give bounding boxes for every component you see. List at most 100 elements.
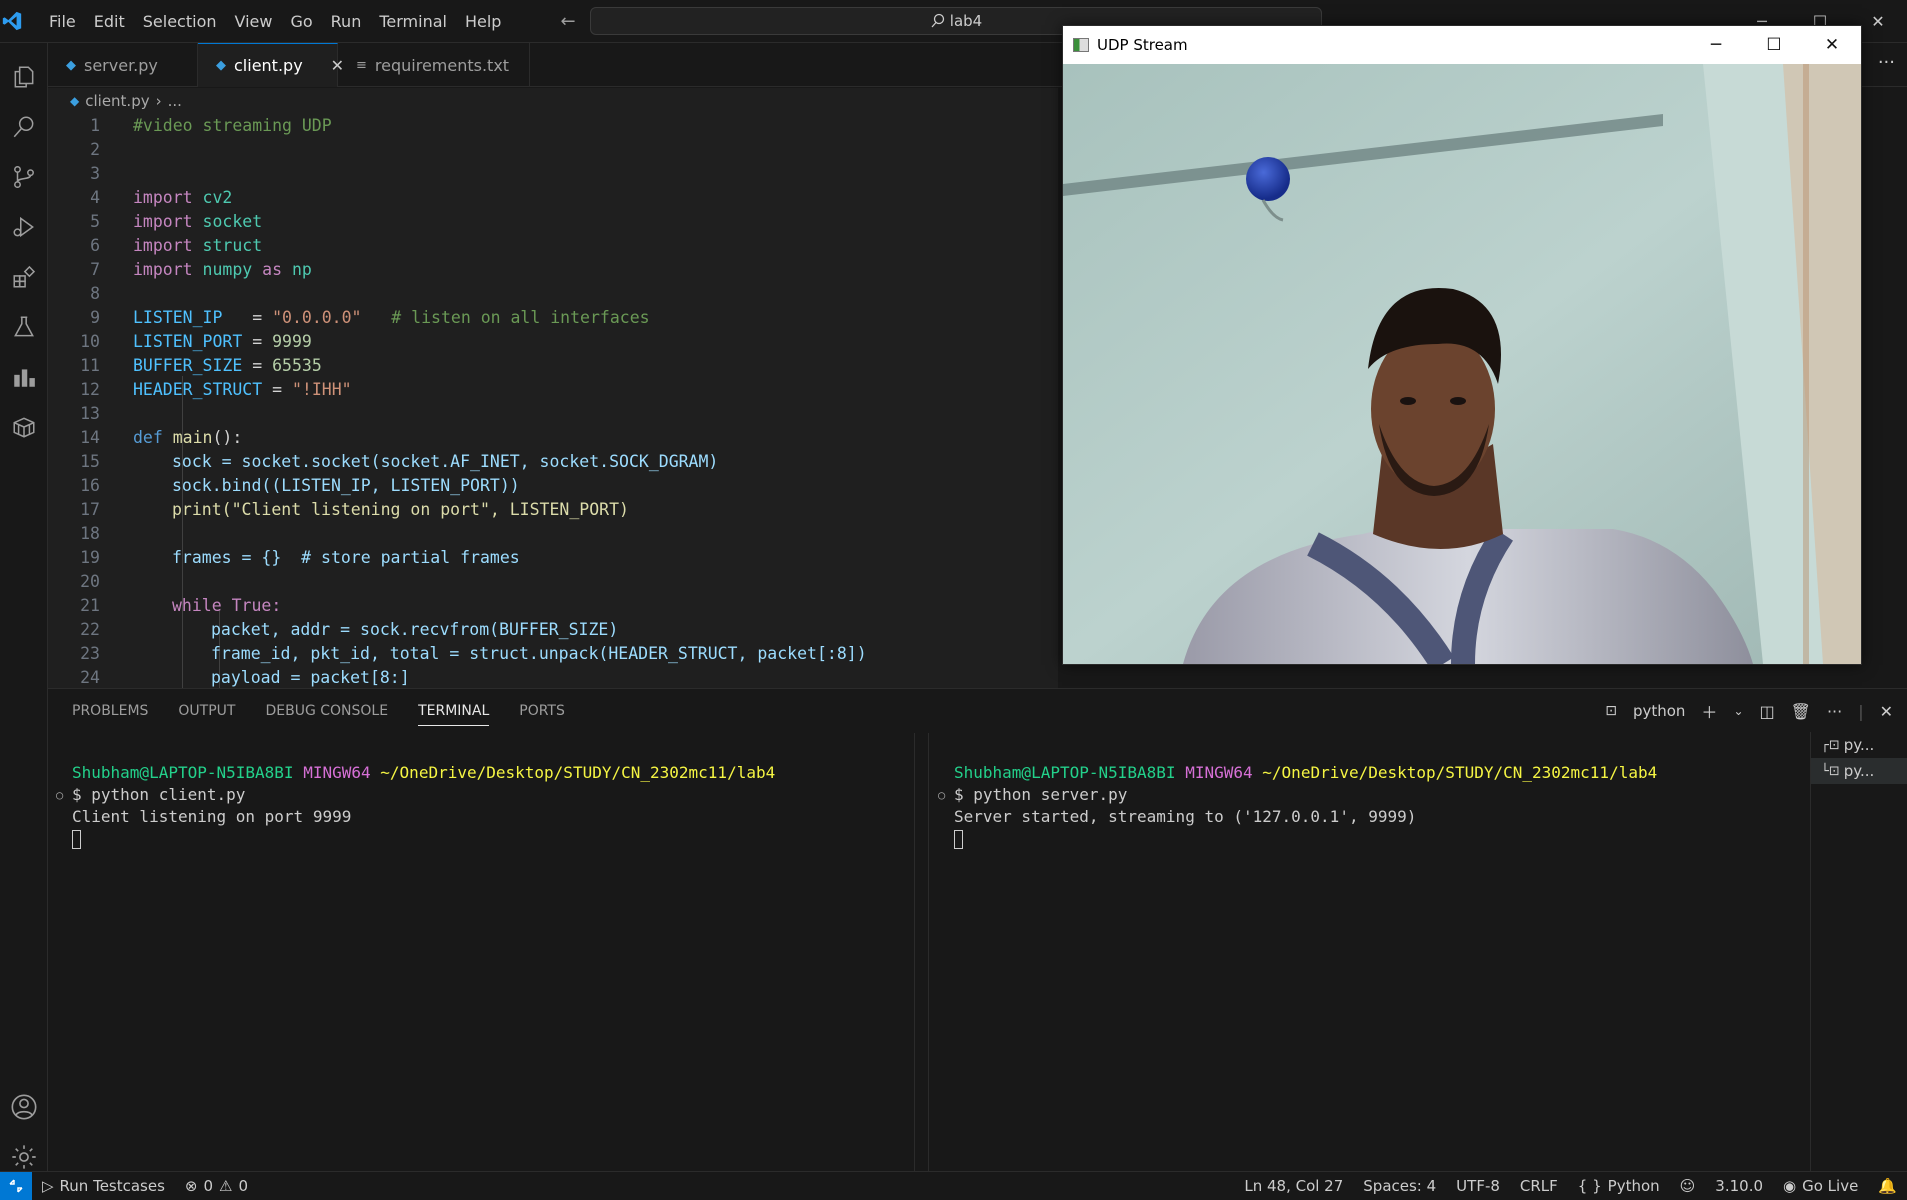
language-mode[interactable]: { } Python [1568, 1177, 1670, 1195]
panel-tabs: PROBLEMS OUTPUT DEBUG CONSOLE TERMINAL P… [72, 703, 565, 726]
menu-edit[interactable]: Edit [85, 0, 134, 43]
error-icon: ⊗ [184, 1176, 198, 1195]
code-line: #video streaming UDP [133, 116, 332, 135]
menu-selection[interactable]: Selection [134, 0, 226, 43]
breadcrumb-file[interactable]: client.py [85, 92, 149, 110]
extensions-icon[interactable] [0, 253, 48, 301]
chart-bars-icon[interactable] [0, 353, 48, 401]
indentation[interactable]: Spaces: 4 [1353, 1177, 1446, 1195]
prompt-dot-icon: ○ [56, 788, 64, 802]
code-line: while True: [172, 596, 282, 615]
menu-file[interactable]: File [40, 0, 85, 43]
udp-window-titlebar[interactable]: UDP Stream ─ ☐ ✕ [1063, 26, 1861, 64]
accounts-icon[interactable] [0, 1083, 48, 1131]
problems-status[interactable]: ⊗ 0 ⚠ 0 [175, 1177, 258, 1195]
search-sidebar-icon[interactable] [0, 103, 48, 151]
code-line: print("Client listening on port", LISTEN… [172, 500, 629, 519]
code-line: sock = socket.socket(socket.AF_INET, soc… [172, 452, 719, 471]
encoding[interactable]: UTF-8 [1446, 1177, 1510, 1195]
udp-close-icon[interactable]: ✕ [1803, 26, 1861, 64]
code-line: BUFFER_SIZE = 65535 [133, 356, 322, 375]
terminal-split-divider [928, 733, 929, 1173]
terminal-command: $ python server.py [954, 785, 1128, 804]
menu-help[interactable]: Help [456, 0, 510, 43]
divider: | [1858, 701, 1864, 721]
terminal-user: Shubham@LAPTOP-N5IBA8BI [954, 763, 1176, 782]
code-editor[interactable]: 1 #video streaming UDP 2 3 4 import cv2 5 i… [48, 114, 1058, 688]
cursor-position[interactable]: Ln 48, Col 27 [1234, 1177, 1353, 1195]
line-number: 15 [80, 452, 100, 471]
terminal-env: MINGW64 [303, 763, 371, 782]
terminal-list-item[interactable]: ┌⊡ py... [1811, 732, 1907, 758]
code-line: import struct [133, 236, 263, 255]
tab-problems[interactable]: PROBLEMS [72, 703, 148, 726]
chevron-down-icon[interactable]: ⌄ [1733, 704, 1743, 718]
line-number: 20 [80, 572, 100, 591]
terminal-left[interactable]: Shubham@LAPTOP-N5IBA8BI MINGW64 ~/OneDri… [56, 729, 962, 1172]
terminal-icon: ⊡ [1605, 703, 1617, 719]
line-number: 19 [80, 548, 100, 567]
tab-output[interactable]: OUTPUT [178, 703, 235, 726]
line-number: 2 [90, 140, 100, 159]
vscode-logo-icon [0, 9, 24, 33]
split-terminal-icon[interactable]: ◫ [1760, 702, 1775, 721]
close-panel-icon[interactable]: ✕ [1880, 702, 1893, 721]
menu-view[interactable]: View [226, 0, 282, 43]
notifications-bell-icon[interactable]: 🔔 [1868, 1177, 1907, 1195]
trash-icon[interactable]: 🗑 [1791, 702, 1811, 721]
code-line: LISTEN_PORT = 9999 [133, 332, 312, 351]
line-number: 4 [90, 188, 100, 207]
udp-maximize-icon[interactable]: ☐ [1745, 26, 1803, 64]
video-frame [1063, 64, 1861, 664]
terminal-cursor [954, 830, 963, 849]
terminal-list-item[interactable]: └⊡ py... [1811, 758, 1907, 784]
line-number: 8 [90, 284, 100, 303]
terminal-split-divider[interactable] [914, 733, 915, 1173]
tab-label: server.py [84, 55, 158, 75]
line-number: 10 [80, 332, 100, 351]
testing-flask-icon[interactable] [0, 303, 48, 351]
menu-bar: File Edit Selection View Go Run Terminal… [40, 0, 510, 43]
text-file-icon: ≡ [356, 57, 367, 73]
run-testcases-button[interactable]: ▷ Run Testcases [32, 1177, 175, 1195]
run-debug-icon[interactable] [0, 203, 48, 251]
source-control-icon[interactable] [0, 153, 48, 201]
go-live-button[interactable]: ◉ Go Live [1773, 1177, 1868, 1195]
more-actions-icon[interactable]: ··· [1827, 702, 1842, 721]
prompt-dot-icon: ○ [938, 788, 946, 802]
line-number: 13 [80, 404, 100, 423]
tab-terminal[interactable]: TERMINAL [418, 703, 490, 726]
menu-run[interactable]: Run [322, 0, 371, 43]
udp-minimize-icon[interactable]: ─ [1687, 26, 1745, 64]
line-endings[interactable]: CRLF [1510, 1177, 1568, 1195]
tab-requirements-txt[interactable]: ≡ requirements.txt [338, 43, 530, 87]
shell-label[interactable]: python [1633, 702, 1685, 720]
line-number: 24 [80, 668, 100, 687]
menu-go[interactable]: Go [281, 0, 321, 43]
udp-window-title: UDP Stream [1097, 36, 1188, 54]
terminal-right[interactable]: Shubham@LAPTOP-N5IBA8BI MINGW64 ~/OneDri… [938, 729, 1804, 1172]
terminal-list: ┌⊡ py... └⊡ py... [1810, 732, 1907, 1172]
bottom-panel: PROBLEMS OUTPUT DEBUG CONSOLE TERMINAL P… [48, 688, 1907, 1173]
menu-terminal[interactable]: Terminal [370, 0, 456, 43]
tab-server-py[interactable]: ◆ server.py [48, 43, 198, 87]
back-arrow-icon[interactable]: ← [560, 11, 575, 32]
code-line: HEADER_STRUCT = "!IHH" [133, 380, 352, 399]
python-version[interactable]: 3.10.0 [1705, 1177, 1773, 1195]
breadcrumb-symbol[interactable]: ... [168, 92, 182, 110]
tab-client-py[interactable]: ◆ client.py ✕ [198, 43, 344, 87]
explorer-icon[interactable] [0, 53, 48, 101]
terminal-path: ~/OneDrive/Desktop/STUDY/CN_2302mc11/lab… [380, 763, 776, 782]
udp-stream-window[interactable]: UDP Stream ─ ☐ ✕ [1062, 25, 1862, 665]
tab-debug-console[interactable]: DEBUG CONSOLE [265, 703, 388, 726]
remote-indicator-icon[interactable] [0, 1171, 32, 1200]
tab-ports[interactable]: PORTS [519, 703, 565, 726]
line-number: 12 [80, 380, 100, 399]
more-actions-icon[interactable]: ··· [1878, 52, 1895, 73]
new-terminal-icon[interactable]: ＋ [1701, 699, 1717, 723]
remote-box-icon[interactable] [0, 403, 48, 451]
code-line: payload = packet[8:] [211, 668, 410, 687]
copilot-icon[interactable]: ☺ [1670, 1177, 1706, 1195]
code-line: packet, addr = sock.recvfrom(BUFFER_SIZE… [211, 620, 619, 639]
terminal-env: MINGW64 [1185, 763, 1253, 782]
